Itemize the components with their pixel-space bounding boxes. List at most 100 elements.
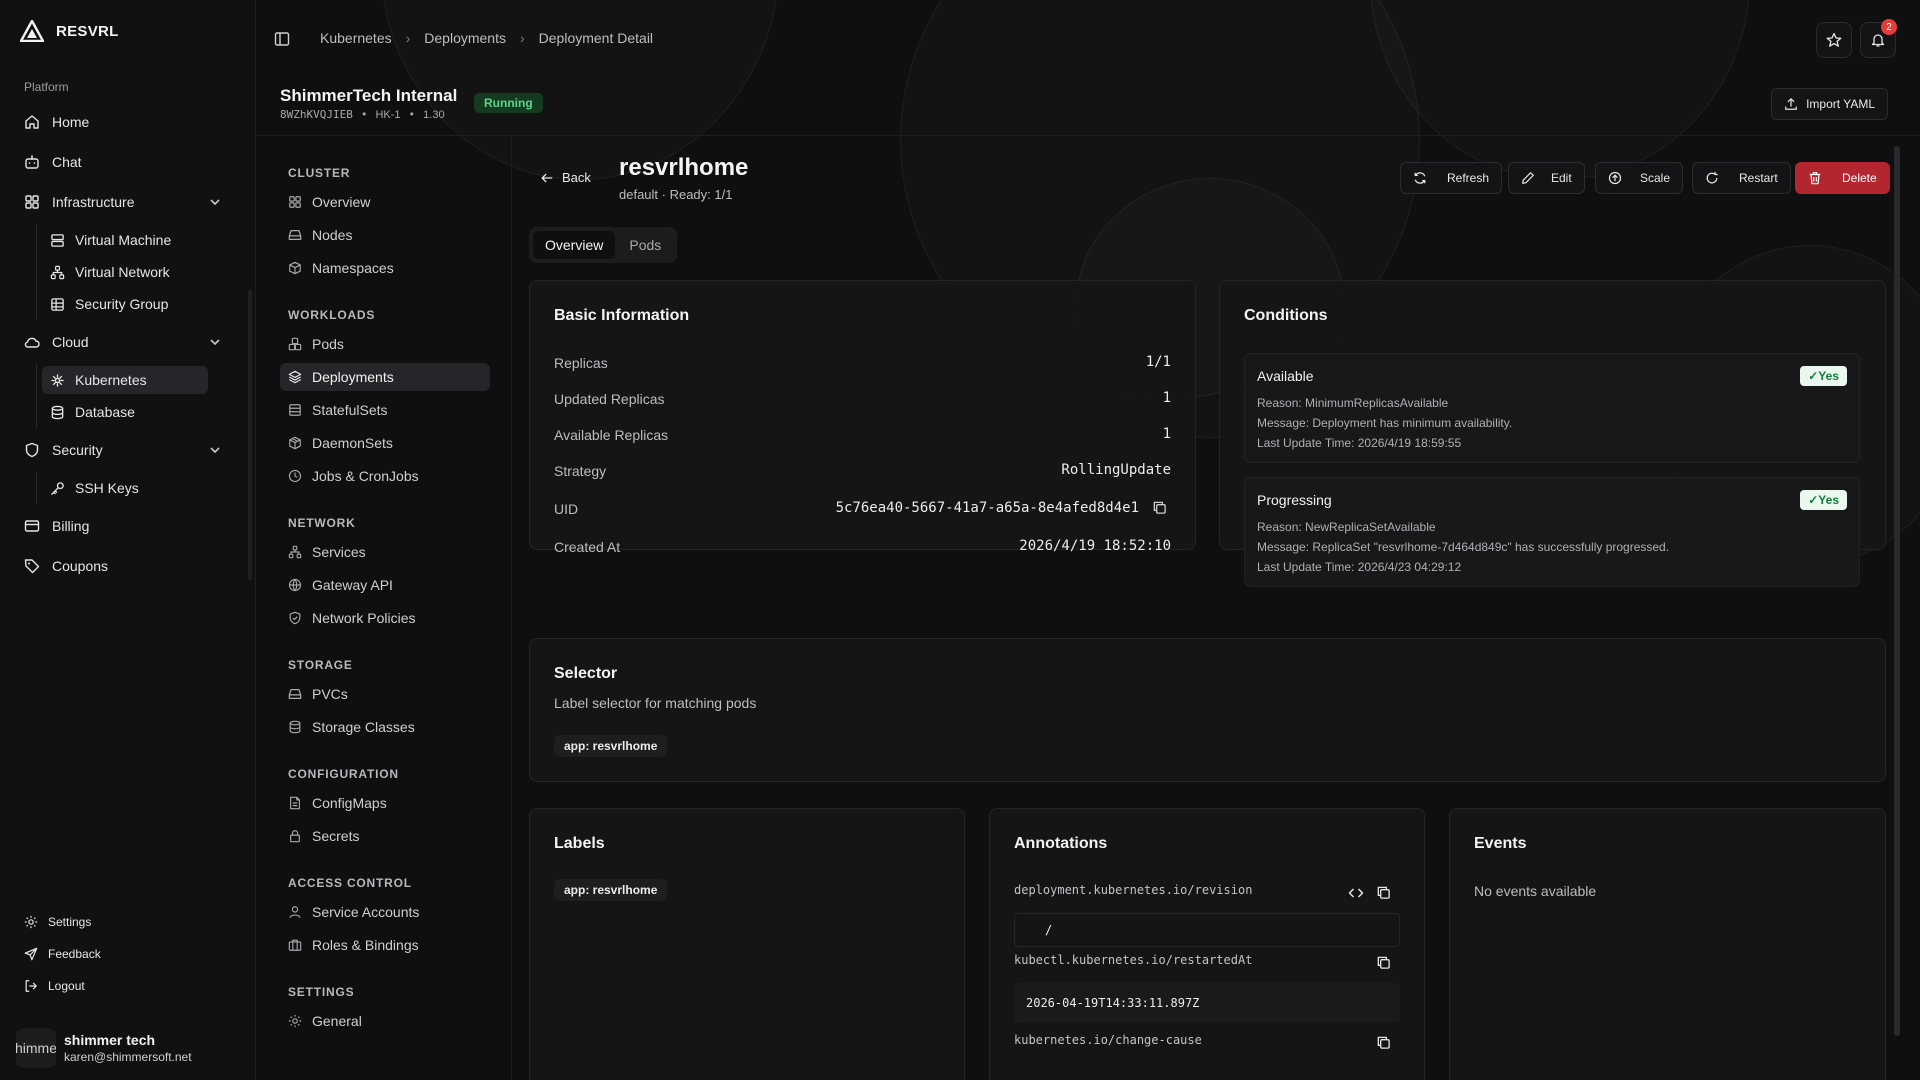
sidebar-item-label: Logout	[48, 979, 85, 993]
brand-name: RESVRL	[56, 22, 119, 40]
nav-item-secrets[interactable]: Secrets	[280, 822, 490, 850]
scale-button[interactable]: Scale	[1595, 162, 1684, 194]
main-scrollbar[interactable]	[1894, 146, 1900, 1036]
sidebar-item-security-group[interactable]: Security Group	[42, 290, 208, 318]
nav-item-jobs[interactable]: Jobs & CronJobs	[280, 462, 490, 490]
network-icon	[288, 545, 302, 559]
copy-icon[interactable]	[1152, 500, 1167, 515]
nav-item-services[interactable]: Services	[280, 538, 490, 566]
brand-logo-icon	[20, 20, 44, 42]
deployment-detail: Back resvrlhome default · Ready: 1/1 Ref…	[512, 136, 1920, 1080]
annotation-key: kubernetes.io/change-cause	[1014, 1033, 1202, 1047]
nav-heading-cluster: CLUSTER	[288, 166, 351, 180]
nav-item-namespaces[interactable]: Namespaces	[280, 254, 490, 282]
nav-item-gateway-api[interactable]: Gateway API	[280, 571, 490, 599]
nav-item-roles-bindings[interactable]: Roles & Bindings	[280, 931, 490, 959]
nav-item-service-accounts[interactable]: Service Accounts	[280, 898, 490, 926]
condition-type: Available	[1257, 368, 1314, 384]
conditions-card: Conditions Available ✓Yes Reason: Minimu…	[1219, 280, 1886, 587]
sidebar-item-feedback[interactable]: Feedback	[16, 941, 216, 967]
nav-item-label: Pods	[312, 336, 344, 352]
condition-reason: Reason: NewReplicaSetAvailable	[1257, 520, 1436, 534]
gear-icon	[24, 915, 38, 929]
sidebar-item-label: Database	[75, 404, 135, 420]
edit-button[interactable]: Edit	[1508, 162, 1585, 194]
sidebar-item-infrastructure[interactable]: Infrastructure	[16, 186, 232, 218]
pencil-icon	[1521, 171, 1535, 185]
top-bar: Kubernetes › Deployments › Deployment De…	[256, 0, 1920, 80]
annotations-card: Annotations deployment.kubernetes.io/rev…	[989, 808, 1425, 1080]
sidebar-item-database[interactable]: Database	[42, 398, 208, 426]
user-profile[interactable]: himme shimmer tech karen@shimmersoft.net	[16, 1028, 192, 1068]
sidebar-item-cloud[interactable]: Cloud	[16, 326, 232, 358]
refresh-label: Refresh	[1447, 171, 1490, 185]
nav-item-storage-classes[interactable]: Storage Classes	[280, 713, 490, 741]
selector-card: Selector Label selector for matching pod…	[529, 638, 1886, 782]
package-icon	[288, 436, 302, 450]
nav-item-pods[interactable]: Pods	[280, 330, 490, 358]
sidebar-item-coupons[interactable]: Coupons	[16, 550, 232, 582]
send-icon	[24, 947, 38, 961]
sidebar-item-home[interactable]: Home	[16, 106, 232, 138]
cluster-nav: CLUSTER Overview Nodes Namespaces WORKLO…	[256, 136, 512, 1080]
sidebar-item-security[interactable]: Security	[16, 434, 232, 466]
breadcrumb-item[interactable]: Kubernetes	[320, 30, 392, 46]
nav-item-nodes[interactable]: Nodes	[280, 221, 490, 249]
sidebar-item-ssh-keys[interactable]: SSH Keys	[42, 474, 208, 502]
card-title: Annotations	[1014, 835, 1108, 852]
sidebar-item-chat[interactable]: Chat	[16, 146, 232, 178]
breadcrumb-item[interactable]: Deployments	[424, 30, 506, 46]
nav-item-configmaps[interactable]: ConfigMaps	[280, 789, 490, 817]
nav-item-label: ConfigMaps	[312, 795, 387, 811]
card-description: Label selector for matching pods	[554, 695, 757, 711]
edit-label: Edit	[1551, 171, 1572, 185]
sidebar-item-settings[interactable]: Settings	[16, 909, 216, 935]
key-icon	[50, 481, 65, 496]
sidebar-item-label: Virtual Network	[75, 264, 170, 280]
favorite-button[interactable]	[1816, 22, 1852, 58]
sidebar-item-logout[interactable]: Logout	[16, 973, 216, 999]
nav-item-network-policies[interactable]: Network Policies	[280, 604, 490, 632]
copy-icon[interactable]	[1376, 955, 1391, 970]
card-title: Conditions	[1244, 307, 1328, 324]
user-email: karen@shimmersoft.net	[64, 1050, 192, 1064]
annotation-value: 2026-04-19T14:33:11.897Z	[1014, 983, 1400, 1023]
chat-icon	[24, 154, 40, 170]
hard-drive-icon	[288, 228, 302, 242]
sidebar-scrollbar[interactable]	[248, 290, 252, 580]
sidebar-item-kubernetes[interactable]: Kubernetes	[42, 366, 208, 394]
code-icon[interactable]	[1348, 885, 1364, 901]
brand[interactable]: RESVRL	[20, 20, 119, 42]
delete-label: Delete	[1842, 171, 1877, 185]
chevron-down-icon	[208, 195, 222, 209]
sidebar-item-virtual-network[interactable]: Virtual Network	[42, 258, 208, 286]
copy-icon[interactable]	[1376, 885, 1391, 900]
home-icon	[24, 114, 40, 130]
sidebar-item-billing[interactable]: Billing	[16, 510, 232, 542]
trash-icon	[1808, 171, 1822, 185]
import-yaml-button[interactable]: Import YAML	[1771, 88, 1888, 120]
copy-icon[interactable]	[1376, 1035, 1391, 1050]
condition-message: Message: Deployment has minimum availabi…	[1257, 416, 1513, 430]
sidebar-toggle-icon[interactable]	[274, 31, 290, 47]
field-value-updated-replicas: 1	[1162, 390, 1171, 406]
cluster-region: HK-1	[375, 108, 401, 121]
restart-button[interactable]: Restart	[1692, 162, 1791, 194]
bell-icon	[1870, 32, 1886, 48]
refresh-button[interactable]: Refresh	[1400, 162, 1503, 194]
nav-item-pvcs[interactable]: PVCs	[280, 680, 490, 708]
nav-item-deployments[interactable]: Deployments	[280, 363, 490, 391]
nav-item-overview[interactable]: Overview	[280, 188, 490, 216]
tab-overview[interactable]: Overview	[533, 231, 616, 259]
notifications-button[interactable]: 2	[1860, 19, 1897, 58]
sidebar-item-virtual-machine[interactable]: Virtual Machine	[42, 226, 208, 254]
tab-pods[interactable]: Pods	[617, 231, 673, 259]
nav-item-daemonsets[interactable]: DaemonSets	[280, 429, 490, 457]
nav-item-general[interactable]: General	[280, 1007, 490, 1035]
nav-item-label: Gateway API	[312, 577, 393, 593]
delete-button[interactable]: Delete	[1795, 162, 1890, 194]
back-button[interactable]: Back	[540, 170, 591, 185]
status-badge: Running	[474, 93, 543, 113]
nav-heading-settings: SETTINGS	[288, 985, 355, 999]
nav-item-statefulsets[interactable]: StatefulSets	[280, 396, 490, 424]
